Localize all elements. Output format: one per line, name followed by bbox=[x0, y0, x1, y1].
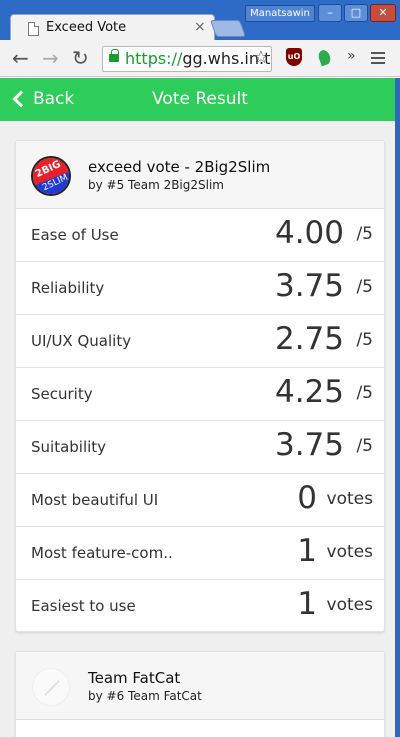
browser-toolbar: ← → ↻ https://gg.whs.in.th/exceed-vote/r… bbox=[0, 40, 400, 77]
menu-icon[interactable] bbox=[371, 52, 385, 64]
result-row-suitability: Suitability 3.75 /5 bbox=[16, 421, 384, 474]
row-label: Most beautiful UI bbox=[31, 491, 159, 509]
row-unit: /5 bbox=[356, 383, 373, 403]
result-row-ease-of-use: Ease of Use 4.00 /5 bbox=[16, 209, 384, 262]
row-label: Security bbox=[31, 385, 93, 403]
row-unit: /5 bbox=[356, 436, 373, 456]
row-unit: votes bbox=[326, 542, 373, 562]
more-extensions-icon[interactable]: » bbox=[347, 48, 356, 64]
row-value: 3.75 bbox=[274, 268, 344, 304]
team-logo bbox=[32, 668, 70, 706]
row-unit: votes bbox=[326, 489, 373, 509]
row-label: Reliability bbox=[31, 279, 105, 297]
row-label: Ease of Use bbox=[31, 226, 119, 244]
project-title: exceed vote - 2Big2Slim bbox=[88, 158, 271, 176]
row-unit: /5 bbox=[356, 224, 373, 244]
maximize-button[interactable]: □ bbox=[344, 4, 368, 22]
ublock-extension-icon[interactable]: uO bbox=[286, 48, 302, 66]
window-frame-right bbox=[395, 78, 400, 737]
result-row-most-beautiful-ui: Most beautiful UI 0 votes bbox=[16, 474, 384, 527]
address-bar[interactable]: https://gg.whs.in.th/exceed-vote/result … bbox=[102, 46, 272, 72]
result-card: 2BIG 2SLIM exceed vote - 2Big2Slim by #5… bbox=[15, 140, 385, 632]
page-title: Vote Result bbox=[152, 89, 248, 109]
back-arrow-icon[interactable]: ← bbox=[12, 46, 29, 70]
new-tab-button[interactable] bbox=[209, 20, 247, 37]
bookmark-star-icon[interactable]: ☆ bbox=[253, 47, 269, 68]
row-value: 3.75 bbox=[274, 427, 344, 463]
result-card: Team FatCat by #6 Team FatCat bbox=[15, 651, 385, 737]
result-row-easiest-to-use: Easiest to use 1 votes bbox=[16, 580, 384, 633]
row-label: UI/UX Quality bbox=[31, 332, 132, 350]
row-value: 0 bbox=[297, 480, 317, 516]
row-value: 2.75 bbox=[274, 321, 344, 357]
result-row-reliability: Reliability 3.75 /5 bbox=[16, 262, 384, 315]
row-unit: votes bbox=[326, 595, 373, 615]
tab-close-icon[interactable]: × bbox=[194, 19, 206, 35]
forward-arrow-icon[interactable]: → bbox=[42, 46, 59, 70]
reload-icon[interactable]: ↻ bbox=[72, 46, 89, 70]
tab-title: Exceed Vote bbox=[46, 20, 127, 35]
row-unit: /5 bbox=[356, 277, 373, 297]
page-icon bbox=[28, 22, 39, 36]
row-value: 1 bbox=[297, 586, 317, 622]
row-value: 1 bbox=[297, 533, 317, 569]
browser-tab[interactable]: Exceed Vote × bbox=[10, 14, 215, 41]
row-value: 4.00 bbox=[274, 215, 344, 251]
leaf-extension-icon[interactable] bbox=[316, 48, 333, 67]
team-subtitle: by #5 Team 2Big2Slim bbox=[88, 178, 224, 192]
card-header: Team FatCat by #6 Team FatCat bbox=[16, 652, 384, 720]
team-logo: 2BIG 2SLIM bbox=[31, 156, 71, 196]
row-value: 4.25 bbox=[274, 374, 344, 410]
project-title: Team FatCat bbox=[88, 669, 181, 687]
result-row-most-feature-complete: Most feature-com.. 1 votes bbox=[16, 527, 384, 580]
team-subtitle: by #6 Team FatCat bbox=[88, 689, 202, 703]
row-label: Suitability bbox=[31, 438, 107, 456]
url-text[interactable]: https://gg.whs.in.th/exceed-vote/result bbox=[125, 49, 271, 68]
profile-button[interactable]: Manatsawin bbox=[245, 5, 315, 22]
row-label: Easiest to use bbox=[31, 597, 136, 615]
row-label: Most feature-com.. bbox=[31, 544, 173, 562]
close-window-button[interactable]: ✕ bbox=[370, 4, 396, 22]
minimize-button[interactable]: – bbox=[318, 4, 342, 22]
row-unit: /5 bbox=[356, 330, 373, 350]
result-row-uiux-quality: UI/UX Quality 2.75 /5 bbox=[16, 315, 384, 368]
window-titlebar: Exceed Vote × Manatsawin – □ ✕ bbox=[0, 0, 400, 41]
app-header: Back Vote Result bbox=[0, 78, 395, 121]
result-row-security: Security 4.25 /5 bbox=[16, 368, 384, 421]
lock-icon bbox=[109, 49, 119, 62]
card-header: 2BIG 2SLIM exceed vote - 2Big2Slim by #5… bbox=[16, 141, 384, 209]
results-list[interactable]: 2BIG 2SLIM exceed vote - 2Big2Slim by #5… bbox=[0, 121, 395, 737]
